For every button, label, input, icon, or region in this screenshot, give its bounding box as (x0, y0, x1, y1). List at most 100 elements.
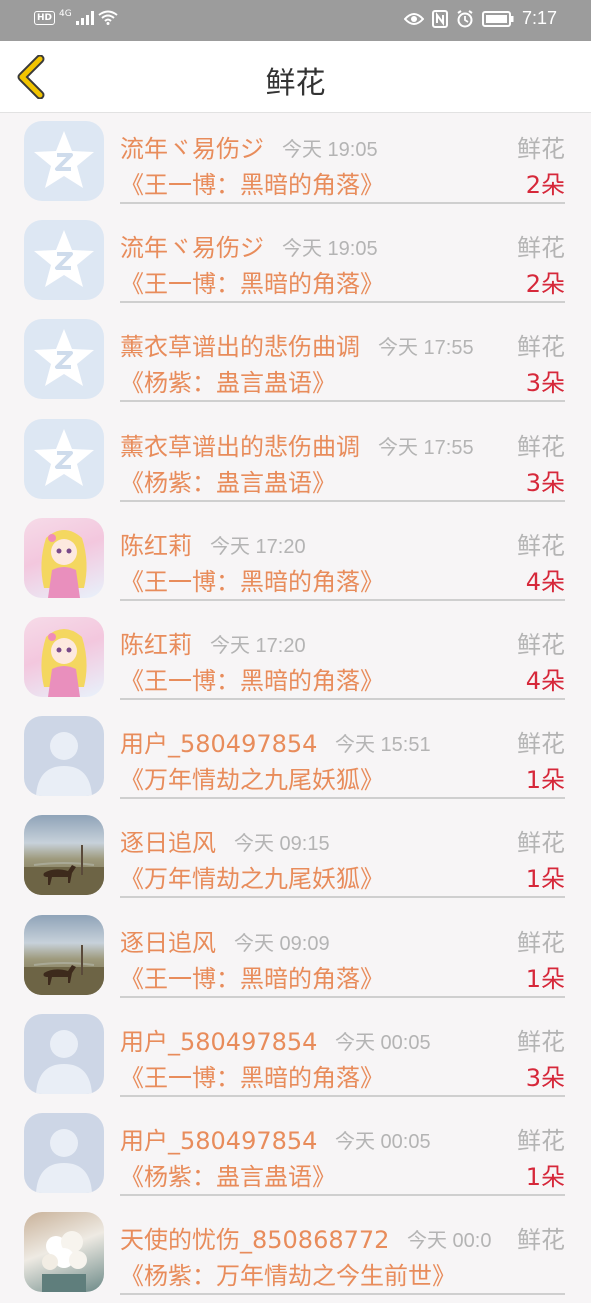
book-title[interactable]: 《王一博：黑暗的角落》 (120, 661, 384, 696)
list-item[interactable]: 天使的忧伤_850868772 今天 00:0 鲜花《杨紫：万年情劫之今生前世》 (0, 1204, 591, 1303)
timestamp: 今天 15:51 (335, 734, 431, 757)
flower-count: 4朵 (525, 567, 565, 596)
list-item[interactable]: 用户_580497854 今天 00:05 鲜花 《王一博：黑暗的角落》 3朵 (0, 1006, 591, 1105)
timestamp: 今天 19:05 (282, 139, 378, 161)
timestamp: 今天 09:15 (234, 833, 330, 856)
user-name[interactable]: 流年ヾ易伤ジ (120, 129, 264, 164)
flower-count: 1朵 (525, 865, 565, 894)
list-item[interactable]: 逐日追风 今天 09:09 鲜花 《王一博：黑暗的角落》 1朵 (0, 907, 591, 1006)
user-name[interactable]: 陈红莉 (120, 526, 192, 561)
status-left: HD 4G (34, 8, 118, 25)
flower-count: 4朵 (525, 666, 565, 695)
user-name[interactable]: 用户_580497854 (120, 724, 317, 759)
avatar[interactable] (24, 121, 104, 201)
status-right: 7:17 (403, 8, 557, 29)
list-item[interactable]: 用户_580497854 今天 15:51 鲜花《万年情劫之九尾妖狐》 1朵 (0, 708, 591, 807)
timestamp: 今天 00:0 (407, 1230, 492, 1253)
divider (120, 697, 565, 700)
flower-count: 3朵 (525, 369, 565, 398)
network-type: 4G (59, 8, 72, 19)
avatar[interactable] (24, 716, 104, 797)
flower-count: 1朵 (525, 766, 565, 795)
book-title[interactable]: 《王一博：黑暗的角落》 (120, 562, 384, 597)
divider (120, 202, 565, 204)
book-title[interactable]: 《杨紫：万年情劫之今生前世》 (120, 1256, 456, 1291)
list-item[interactable]: 薰衣草谱出的悲伤曲调 今天 17:55 鲜花 《杨紫：蛊言蛊语》 3朵 (0, 311, 591, 410)
avatar[interactable] (24, 220, 104, 301)
gift-type: 鲜花 (517, 1126, 565, 1155)
timestamp: 今天 17:20 (210, 634, 306, 657)
book-title[interactable]: 《王一博：黑暗的角落》 (120, 1058, 384, 1093)
user-name[interactable]: 逐日追风 (120, 923, 216, 958)
user-name[interactable]: 薰衣草谱出的悲伤曲调 (120, 427, 360, 462)
avatar[interactable] (24, 418, 104, 499)
list-item[interactable]: 陈红莉 今天 17:20 鲜花《王一博：黑暗的角落》 4朵 (0, 510, 591, 609)
avatar[interactable] (24, 815, 104, 896)
user-name[interactable]: 陈红莉 (120, 625, 192, 660)
divider (120, 1094, 565, 1097)
list-item[interactable]: 薰衣草谱出的悲伤曲调 今天 17:55 鲜花《杨紫：蛊言蛊语》 3朵 (0, 411, 591, 510)
avatar[interactable] (24, 1013, 104, 1094)
divider (120, 301, 565, 304)
gift-type: 鲜花 (517, 1027, 565, 1056)
flower-count: 2朵 (525, 270, 565, 299)
avatar[interactable] (24, 1112, 104, 1193)
book-title[interactable]: 《王一博：黑暗的角落》 (120, 165, 384, 200)
divider (120, 499, 565, 502)
divider (120, 797, 565, 800)
list-item[interactable]: 用户_580497854 今天 00:05 鲜花《杨紫：蛊言蛊语》 1朵 (0, 1105, 591, 1204)
nfc-icon (431, 9, 448, 28)
timestamp: 今天 19:05 (282, 238, 378, 261)
flower-count: 1朵 (525, 1162, 565, 1191)
timestamp: 今天 17:55 (378, 436, 474, 459)
gift-type: 鲜花 (517, 333, 565, 362)
clock: 7:17 (521, 8, 557, 28)
book-title[interactable]: 《王一博：黑暗的角落》 (120, 959, 384, 994)
user-name[interactable]: 逐日追风 (120, 823, 216, 858)
divider (120, 896, 565, 899)
gift-type: 鲜花 (517, 432, 565, 461)
gift-type: 鲜花 (517, 1226, 565, 1255)
book-title[interactable]: 《杨紫：蛊言蛊语》 (120, 463, 336, 498)
list-item[interactable]: 流年ヾ易伤ジ 今天 19:05 鲜花《王一博：黑暗的角落》 2朵 (0, 113, 591, 212)
gift-type: 鲜花 (517, 234, 565, 263)
avatar[interactable] (24, 319, 104, 400)
book-title[interactable]: 《杨紫：蛊言蛊语》 (120, 363, 336, 398)
hd-badge: HD (34, 10, 56, 25)
gift-type: 鲜花 (517, 730, 565, 759)
divider (120, 1193, 565, 1196)
eye-icon (403, 12, 424, 25)
book-title[interactable]: 《万年情劫之九尾妖狐》 (120, 859, 384, 894)
flower-count: 1朵 (525, 964, 565, 993)
list-item[interactable]: 逐日追风 今天 09:15 鲜花 《万年情劫之九尾妖狐》 1朵 (0, 807, 591, 906)
timestamp: 今天 17:20 (210, 535, 306, 558)
top-bar: 鲜花 (0, 41, 591, 113)
page-title: 鲜花 (265, 66, 326, 101)
flower-count: 3朵 (525, 1063, 565, 1092)
book-title[interactable]: 《杨紫：蛊言蛊语》 (120, 1157, 336, 1192)
book-title[interactable]: 《王一博：黑暗的角落》 (120, 264, 384, 299)
user-name[interactable]: 薰衣草谱出的悲伤曲调 (120, 327, 360, 362)
book-title[interactable]: 《万年情劫之九尾妖狐》 (120, 760, 384, 795)
avatar[interactable] (24, 616, 104, 697)
list-item[interactable]: 陈红莉 今天 17:20 鲜花 《王一博：黑暗的角落》 4朵 (0, 609, 591, 708)
gift-type: 鲜花 (517, 928, 565, 957)
flower-count: 3朵 (525, 468, 565, 497)
list-item[interactable]: 流年ヾ易伤ジ 今天 19:05 鲜花《王一博：黑暗的角落》 2朵 (0, 212, 591, 311)
divider (120, 400, 565, 403)
gift-type: 鲜花 (517, 135, 565, 163)
user-name[interactable]: 用户_580497854 (120, 1121, 317, 1156)
divider (120, 995, 565, 998)
gift-type: 鲜花 (517, 531, 565, 560)
avatar[interactable] (24, 914, 104, 995)
user-name[interactable]: 用户_580497854 (120, 1022, 317, 1057)
signal-icon (75, 10, 94, 25)
avatar[interactable] (24, 1212, 104, 1293)
flower-gift-list: 流年ヾ易伤ジ 今天 19:05 鲜花 《王一博：黑暗的角落》 2朵 流年ヾ易伤ジ 今天 19… (0, 113, 591, 1303)
user-name[interactable]: 天使的忧伤_850868772 (120, 1220, 389, 1255)
status-bar: HD 4G 7:17 (0, 0, 591, 41)
flower-count: 2朵 (525, 171, 565, 199)
timestamp: 今天 00:05 (335, 1130, 431, 1153)
user-name[interactable]: 流年ヾ易伤ジ (120, 228, 264, 263)
avatar[interactable] (24, 517, 104, 598)
